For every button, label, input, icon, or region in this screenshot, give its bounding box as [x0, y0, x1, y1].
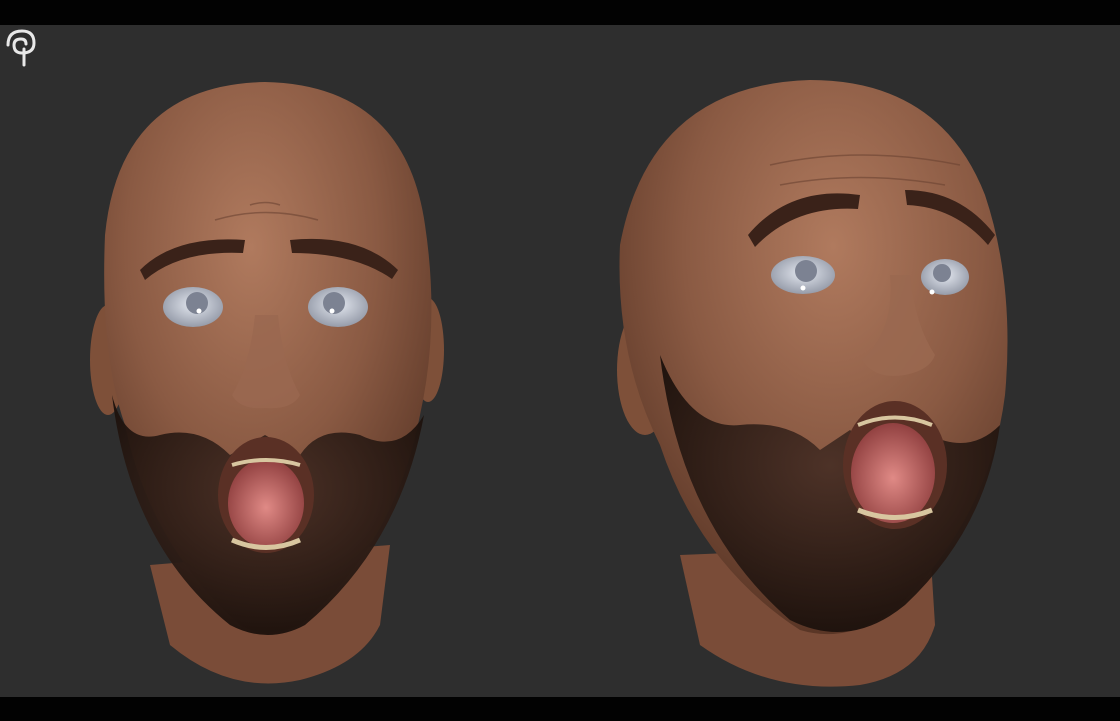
letterbox-bottom — [0, 697, 1120, 721]
mouth-inner — [228, 459, 304, 547]
sculpt-render — [90, 80, 1008, 687]
render-viewport — [0, 25, 1120, 697]
mouth-inner — [851, 423, 935, 523]
artist-signature-icon — [6, 29, 36, 67]
front-view-head — [90, 82, 444, 684]
letterbox-top — [0, 0, 1120, 25]
three-quarter-view-head — [617, 80, 1008, 687]
